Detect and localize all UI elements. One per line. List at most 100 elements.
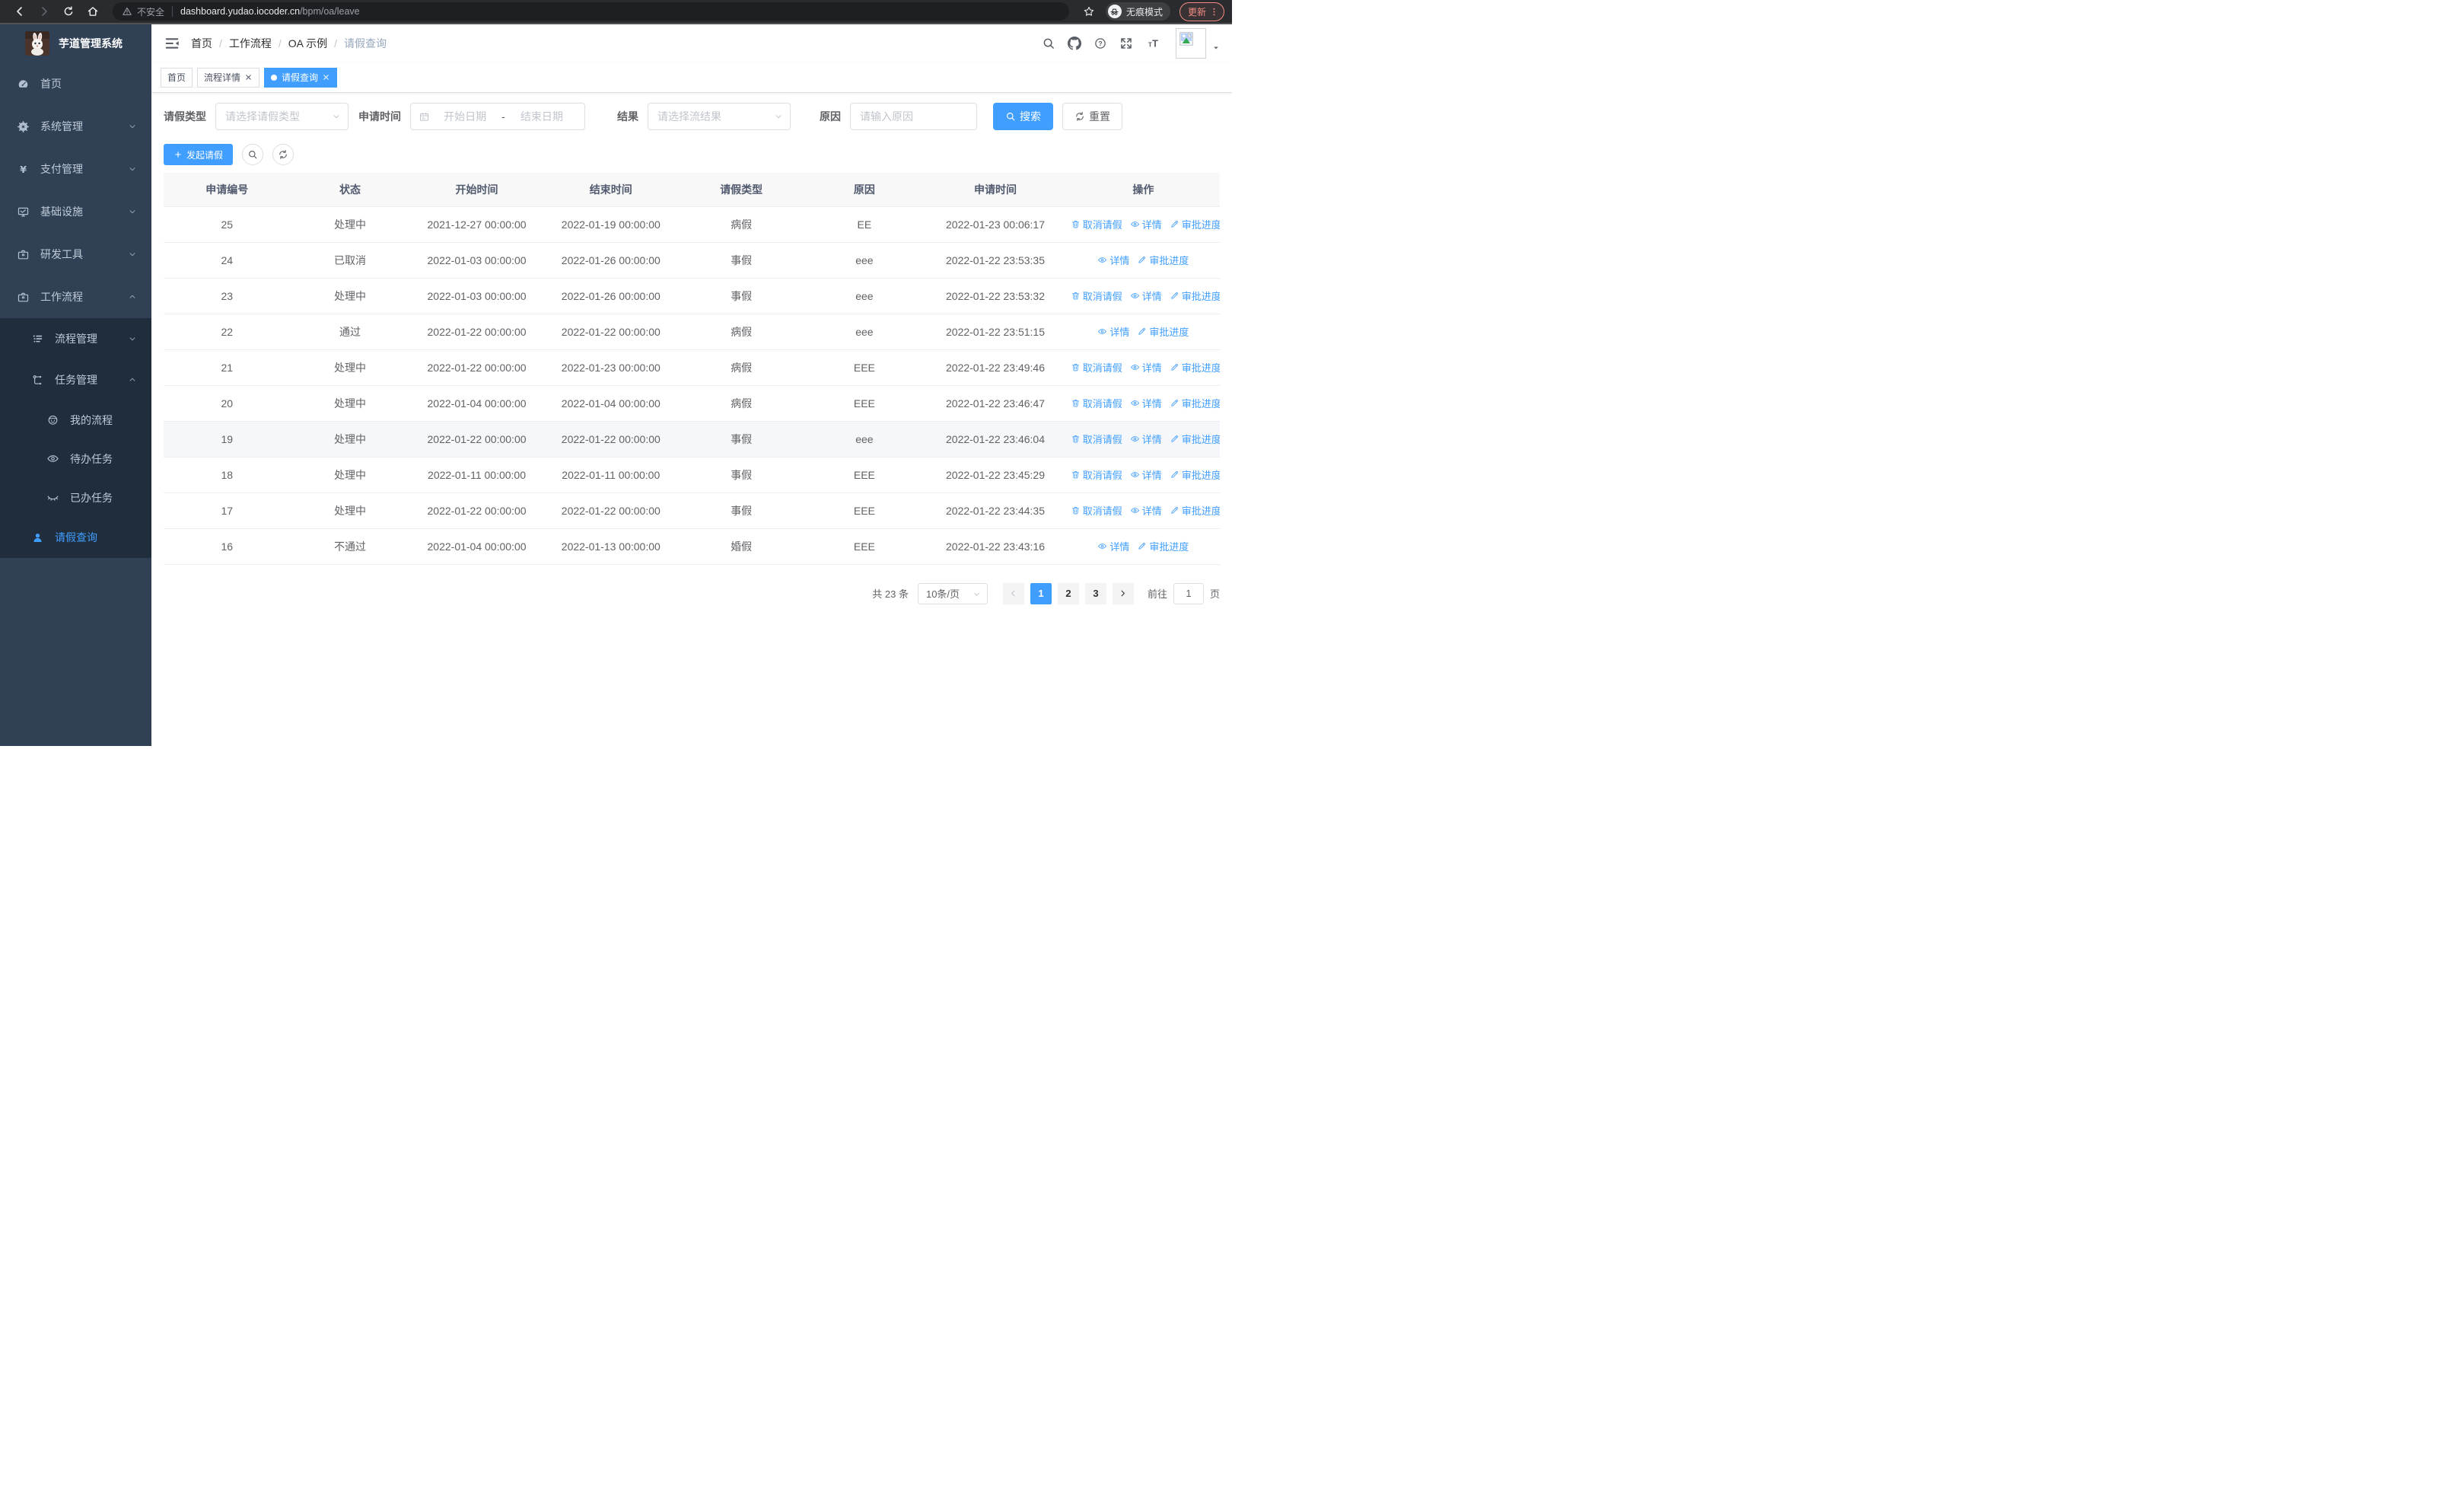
reset-button[interactable]: 重置 <box>1062 103 1122 130</box>
cancel-leave-link[interactable]: 取消请假 <box>1071 360 1122 375</box>
broken-image-icon <box>1178 30 1195 47</box>
sidebar-item-process-mgmt[interactable]: 流程管理 <box>0 318 151 359</box>
help-icon[interactable] <box>1094 37 1107 50</box>
detail-link[interactable]: 详情 <box>1130 396 1162 410</box>
page-button-3[interactable]: 3 <box>1084 582 1106 604</box>
approval-progress-link[interactable]: 审批进度 <box>1170 503 1220 518</box>
table-row: 24 已取消 2022-01-03 00:00:00 2022-01-26 00:00… <box>164 242 1220 279</box>
detail-link[interactable]: 详情 <box>1130 288 1162 303</box>
update-button[interactable]: 更新 <box>1179 2 1224 21</box>
list-icon <box>29 330 46 347</box>
next-page-button[interactable] <box>1112 582 1134 604</box>
cancel-leave-link[interactable]: 取消请假 <box>1071 467 1122 482</box>
github-icon[interactable] <box>1068 37 1081 50</box>
table-row: 25 处理中 2021-12-27 00:00:00 2022-01-19 00:00… <box>164 206 1220 243</box>
search-button[interactable]: 搜索 <box>993 103 1053 130</box>
toolbox-icon <box>14 246 31 263</box>
sidebar-item-home[interactable]: 首页 <box>0 62 151 105</box>
approval-progress-link[interactable]: 审批进度 <box>1170 396 1220 410</box>
address-bar[interactable]: 不安全 dashboard.yudao.iocoder.cn /bpm/oa/l… <box>113 2 1069 21</box>
detail-link[interactable]: 详情 <box>1130 467 1162 482</box>
sidebar-item-leave-query[interactable]: 请假查询 <box>0 517 151 558</box>
detail-link[interactable]: 详情 <box>1097 253 1129 267</box>
prev-page-button[interactable] <box>1002 582 1024 604</box>
tab-home[interactable]: 首页 <box>161 67 193 88</box>
approval-progress-link[interactable]: 审批进度 <box>1137 324 1189 339</box>
browser-toolbar: 不安全 dashboard.yudao.iocoder.cn /bpm/oa/l… <box>0 0 1232 24</box>
tab-leave-query[interactable]: 请假查询 <box>264 67 338 88</box>
chevron-down-icon <box>127 164 138 174</box>
detail-link[interactable]: 详情 <box>1097 539 1129 553</box>
trash-icon <box>1071 470 1081 480</box>
toggle-search-button[interactable] <box>242 144 264 165</box>
cancel-leave-link[interactable]: 取消请假 <box>1071 217 1122 231</box>
url-host: dashboard.yudao.iocoder.cn <box>180 6 301 17</box>
reload-icon[interactable] <box>61 4 76 19</box>
font-size-icon[interactable] <box>1145 37 1162 50</box>
approval-progress-link[interactable]: 审批进度 <box>1170 217 1220 231</box>
home-icon[interactable] <box>85 4 100 19</box>
col-start-time: 开始时间 <box>409 173 544 207</box>
tab-process-detail[interactable]: 流程详情 <box>197 67 260 88</box>
sidebar-item-workflow[interactable]: 工作流程 <box>0 276 151 318</box>
detail-link[interactable]: 详情 <box>1130 360 1162 375</box>
sidebar-item-payment[interactable]: 支付管理 <box>0 148 151 190</box>
leave-table: 申请编号 状态 开始时间 结束时间 请假类型 原因 申请时间 操作 25 处理中 2 <box>164 173 1220 565</box>
sidebar-item-infra[interactable]: 基础设施 <box>0 190 151 233</box>
workflow-submenu: 流程管理 任务管理 我的流程 待办任务 已办任务 请假查询 <box>0 318 151 558</box>
breadcrumb-item[interactable]: 工作流程 <box>229 36 272 51</box>
approval-progress-link[interactable]: 审批进度 <box>1137 253 1189 267</box>
cancel-leave-link[interactable]: 取消请假 <box>1071 503 1122 518</box>
result-select[interactable] <box>648 103 791 130</box>
sidebar-item-devtools[interactable]: 研发工具 <box>0 233 151 276</box>
page-button-1[interactable]: 1 <box>1030 582 1052 604</box>
create-leave-button[interactable]: 发起请假 <box>164 144 234 165</box>
reason-input[interactable] <box>850 103 977 130</box>
detail-link[interactable]: 详情 <box>1097 324 1129 339</box>
forward-icon[interactable] <box>37 4 52 19</box>
breadcrumb-item[interactable]: 首页 <box>191 36 212 51</box>
detail-link[interactable]: 详情 <box>1130 432 1162 446</box>
sidebar-item-task-mgmt[interactable]: 任务管理 <box>0 359 151 400</box>
chevron-up-icon <box>127 375 138 385</box>
table-header-row: 申请编号 状态 开始时间 结束时间 请假类型 原因 申请时间 操作 <box>164 173 1220 207</box>
fullscreen-icon[interactable] <box>1119 37 1133 50</box>
sidebar-item-todo-tasks[interactable]: 待办任务 <box>0 439 151 478</box>
approval-progress-link[interactable]: 审批进度 <box>1170 432 1220 446</box>
cancel-leave-link[interactable]: 取消请假 <box>1071 288 1122 303</box>
leave-type-input[interactable] <box>215 103 349 130</box>
page-size-select[interactable]: 10条/页 <box>917 582 988 604</box>
approval-progress-link[interactable]: 审批进度 <box>1170 467 1220 482</box>
eye-icon <box>1097 255 1107 265</box>
apply-time-range-picker[interactable]: 开始日期 - 结束日期 <box>410 103 585 130</box>
sidebar-item-system[interactable]: 系统管理 <box>0 105 151 148</box>
breadcrumb: 首页 / 工作流程 / OA 示例 / 请假查询 <box>191 36 1036 51</box>
bookmark-star-icon[interactable] <box>1081 4 1097 19</box>
leave-type-select[interactable] <box>215 103 349 130</box>
cancel-leave-link[interactable]: 取消请假 <box>1071 432 1122 446</box>
cancel-leave-link[interactable]: 取消请假 <box>1071 396 1122 410</box>
approval-progress-link[interactable]: 审批进度 <box>1170 288 1220 303</box>
goto-page-input[interactable] <box>1173 582 1204 604</box>
logo-image <box>25 31 49 56</box>
page-button-2[interactable]: 2 <box>1057 582 1079 604</box>
close-icon[interactable] <box>322 73 330 81</box>
detail-link[interactable]: 详情 <box>1130 503 1162 518</box>
caret-down-icon[interactable] <box>1211 43 1221 53</box>
detail-link[interactable]: 详情 <box>1130 217 1162 231</box>
sidebar-collapse-icon[interactable] <box>164 35 180 52</box>
refresh-table-button[interactable] <box>272 144 294 165</box>
avatar[interactable] <box>1176 28 1206 59</box>
back-icon[interactable] <box>12 4 27 19</box>
reason-label: 原因 <box>820 110 841 123</box>
approval-progress-link[interactable]: 审批进度 <box>1170 360 1220 375</box>
breadcrumb-item[interactable]: OA 示例 <box>288 36 327 51</box>
search-icon[interactable] <box>1042 37 1055 50</box>
table-row: 17 处理中 2022-01-22 00:00:00 2022-01-22 00:00… <box>164 492 1220 529</box>
sidebar-item-done-tasks[interactable]: 已办任务 <box>0 478 151 517</box>
result-input[interactable] <box>648 103 791 130</box>
sidebar-item-my-process[interactable]: 我的流程 <box>0 400 151 439</box>
approval-progress-link[interactable]: 审批进度 <box>1137 539 1189 553</box>
sidebar: 芋道管理系统 首页 系统管理 支付管理 基础设施 研发工具 工作流程 流程管理 … <box>0 24 151 746</box>
close-icon[interactable] <box>244 73 253 81</box>
